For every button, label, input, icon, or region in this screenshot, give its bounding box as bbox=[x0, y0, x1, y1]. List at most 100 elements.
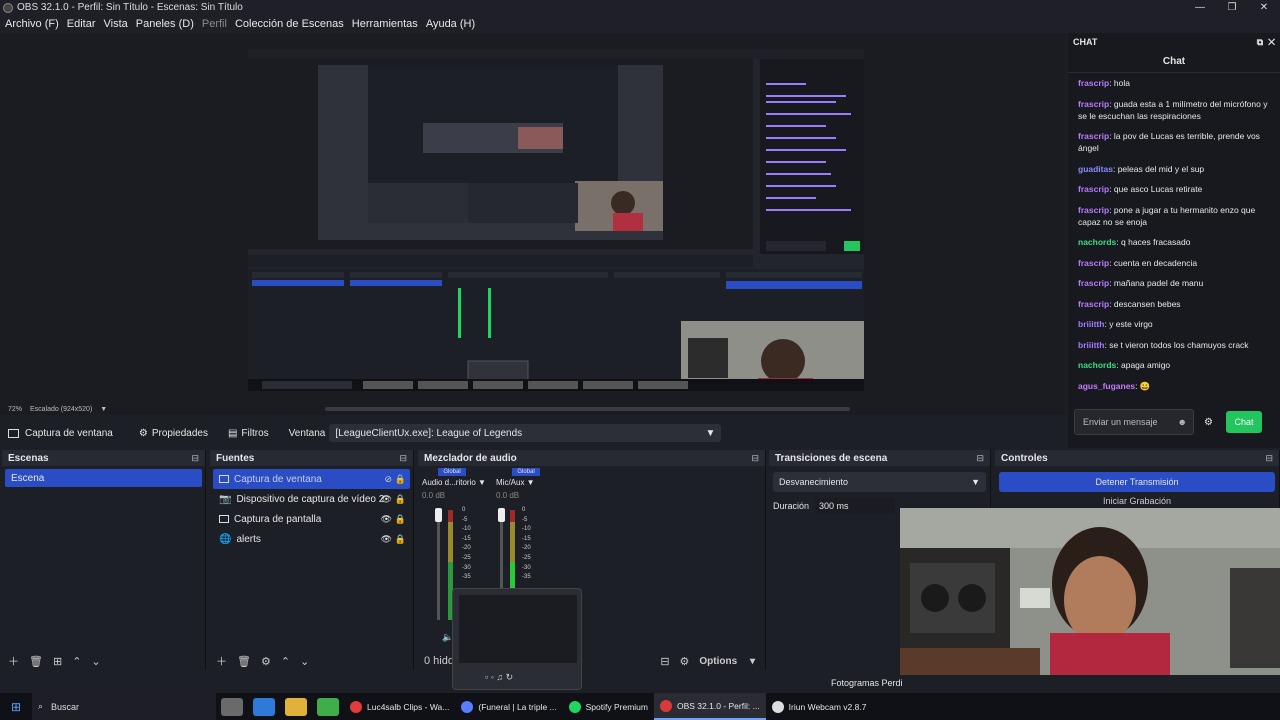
taskbar-task[interactable]: Luc4salb Clips - Wa... bbox=[344, 693, 455, 720]
scene-filter-icon[interactable]: ⊞ bbox=[53, 655, 62, 668]
source-item[interactable]: 📷 Dispositivo de captura de vídeo 2 👁 🔒 bbox=[213, 489, 410, 509]
dock-menu-icon[interactable]: ⊟ bbox=[1265, 453, 1273, 464]
eye-icon[interactable]: 👁 bbox=[381, 514, 392, 525]
window-select[interactable]: [LeagueClientUx.exe]: League of Legends … bbox=[329, 424, 722, 442]
close-icon[interactable]: ✕ bbox=[1268, 37, 1275, 47]
chat-username[interactable]: frascrip bbox=[1078, 258, 1109, 268]
thumbnail-media-controls[interactable]: ▫ ◦ ♫ ↻ bbox=[485, 672, 513, 683]
chat-username[interactable]: briiitth bbox=[1078, 340, 1104, 350]
scene-item[interactable]: Escena bbox=[5, 469, 202, 487]
move-up-icon[interactable]: ⌃ bbox=[281, 655, 290, 668]
window-controls: — ❐ ✕ bbox=[1184, 0, 1280, 15]
chat-username[interactable]: frascrip bbox=[1078, 99, 1109, 109]
close-button[interactable]: ✕ bbox=[1248, 0, 1280, 15]
taskbar-task[interactable]: OBS 32.1.0 - Perfil: ... bbox=[654, 693, 766, 720]
chat-send-button[interactable]: Chat bbox=[1226, 411, 1262, 433]
lock-icon[interactable]: 🔒 bbox=[395, 474, 406, 485]
chat-username[interactable]: frascrip bbox=[1078, 184, 1109, 194]
taskbar-task[interactable]: Iriun Webcam v2.8.7 bbox=[766, 693, 873, 720]
chevron-down-icon[interactable]: ▼ bbox=[100, 406, 107, 413]
move-up-icon[interactable]: ⌃ bbox=[72, 655, 81, 668]
volume-fader[interactable] bbox=[437, 510, 440, 620]
taskbar-search[interactable]: ⌕ Buscar bbox=[32, 693, 216, 720]
menu-item[interactable]: Colección de Escenas bbox=[235, 18, 344, 30]
gear-icon[interactable]: ⚙ bbox=[1204, 417, 1220, 428]
gear-icon[interactable]: ⚙ bbox=[680, 655, 690, 668]
float-icon[interactable]: ⧉ bbox=[1257, 37, 1263, 47]
chevron-down-icon: ▼ bbox=[705, 427, 716, 439]
menu-item[interactable]: Vista bbox=[104, 18, 128, 30]
preview-scrollbar[interactable] bbox=[325, 407, 850, 411]
maximize-button[interactable]: ❐ bbox=[1216, 0, 1248, 15]
eye-hidden-icon[interactable]: ⊘ bbox=[384, 474, 392, 485]
fader-knob[interactable] bbox=[498, 508, 505, 522]
window-label: Ventana bbox=[288, 427, 326, 439]
gear-icon[interactable]: ⚙ bbox=[261, 655, 271, 668]
chat-username[interactable]: nachords bbox=[1078, 237, 1116, 247]
add-icon[interactable]: ＋ bbox=[8, 653, 19, 669]
menu-item[interactable]: Herramientas bbox=[352, 18, 418, 30]
start-recording-button[interactable]: Iniciar Grabación bbox=[999, 496, 1275, 506]
stream-preview[interactable] bbox=[248, 43, 864, 391]
task-label: Iriun Webcam v2.8.7 bbox=[788, 701, 867, 712]
selected-source: Captura de ventana bbox=[0, 428, 113, 439]
source-item[interactable]: Captura de ventana ⊘ 🔒 bbox=[213, 469, 410, 489]
lock-icon[interactable]: 🔒 bbox=[395, 534, 406, 545]
options-button[interactable]: Options ▾ bbox=[699, 656, 755, 667]
lock-icon[interactable]: 🔒 bbox=[395, 514, 406, 525]
taskbar-thumbnail-preview[interactable]: ▫ ◦ ♫ ↻ bbox=[452, 588, 582, 690]
menu-item[interactable]: Perfil bbox=[202, 18, 227, 30]
channel-name[interactable]: Audio d...ritorio ▼ bbox=[422, 478, 486, 487]
fader-knob[interactable] bbox=[435, 508, 442, 522]
scaling-label[interactable]: Escalado (924x520) bbox=[30, 406, 92, 413]
dock-menu-icon[interactable]: ⊟ bbox=[751, 453, 759, 464]
source-item[interactable]: Captura de pantalla 👁 🔒 bbox=[213, 509, 410, 529]
folder-icon[interactable] bbox=[285, 697, 307, 716]
chat-username[interactable]: frascrip bbox=[1078, 278, 1109, 288]
chat-username[interactable]: agus_fuganes bbox=[1078, 381, 1135, 391]
taskbar-task[interactable]: Spotify Premium bbox=[563, 693, 654, 720]
chat-input[interactable]: Enviar un mensaje ☻ bbox=[1074, 409, 1194, 435]
stop-stream-button[interactable]: Detener Transmisión bbox=[999, 472, 1275, 492]
zoom-level[interactable]: 72% bbox=[8, 406, 22, 413]
chat-username[interactable]: frascrip bbox=[1078, 131, 1109, 141]
chat-username[interactable]: frascrip bbox=[1078, 78, 1109, 88]
windows-start-icon[interactable]: ⊞ bbox=[0, 700, 32, 714]
channel-name[interactable]: Mic/Aux ▼ bbox=[496, 478, 556, 487]
taskbar-task[interactable]: (Funeral | La triple ... bbox=[455, 693, 562, 720]
excel-icon[interactable] bbox=[317, 697, 339, 716]
trash-icon[interactable]: 🗑 bbox=[29, 655, 43, 668]
trash-icon[interactable]: 🗑 bbox=[237, 655, 251, 668]
add-icon[interactable]: ＋ bbox=[216, 653, 227, 669]
properties-button[interactable]: ⚙ Propiedades bbox=[133, 428, 208, 439]
menu-item[interactable]: Editar bbox=[67, 18, 96, 30]
dock-menu-icon[interactable]: ⊟ bbox=[976, 453, 984, 464]
filters-button[interactable]: ▤ Filtros bbox=[228, 428, 269, 439]
dock-menu-icon[interactable]: ⊟ bbox=[399, 453, 407, 464]
chat-message: frascrip: descansen bebes bbox=[1078, 298, 1181, 309]
chat-username[interactable]: frascrip bbox=[1078, 205, 1109, 215]
chat-username[interactable]: briiitth bbox=[1078, 319, 1104, 329]
preview-zoom-bar: 72% Escalado (924x520) ▼ bbox=[0, 403, 107, 415]
chat-username[interactable]: guaditas bbox=[1078, 164, 1113, 174]
transition-select[interactable]: Desvanecimiento ▼ bbox=[773, 472, 986, 492]
menu-item[interactable]: Ayuda (H) bbox=[426, 18, 475, 30]
chat-username[interactable]: frascrip bbox=[1078, 299, 1109, 309]
move-down-icon[interactable]: ⌄ bbox=[91, 655, 100, 668]
eye-icon[interactable]: 👁 bbox=[381, 494, 392, 505]
minimize-button[interactable]: — bbox=[1184, 0, 1216, 15]
chat-username[interactable]: nachords bbox=[1078, 360, 1116, 370]
menu-item[interactable]: Archivo (F) bbox=[5, 18, 59, 30]
emoji-icon[interactable]: ☻ bbox=[1178, 417, 1187, 427]
source-item[interactable]: 🌐 alerts 👁 🔒 bbox=[213, 529, 410, 549]
mixer-layout-icon[interactable]: ⊟ bbox=[660, 655, 669, 668]
menu-item[interactable]: Paneles (D) bbox=[136, 18, 194, 30]
chat-text: 😀 bbox=[1139, 380, 1151, 391]
pinned-app-icon[interactable] bbox=[221, 697, 243, 716]
lock-icon[interactable]: 🔒 bbox=[395, 494, 406, 505]
eye-icon[interactable]: 👁 bbox=[381, 534, 392, 545]
duration-input[interactable]: 300 ms bbox=[815, 498, 896, 514]
pinned-app-icon[interactable] bbox=[253, 697, 275, 716]
move-down-icon[interactable]: ⌄ bbox=[300, 655, 309, 668]
dock-menu-icon[interactable]: ⊟ bbox=[191, 453, 199, 464]
